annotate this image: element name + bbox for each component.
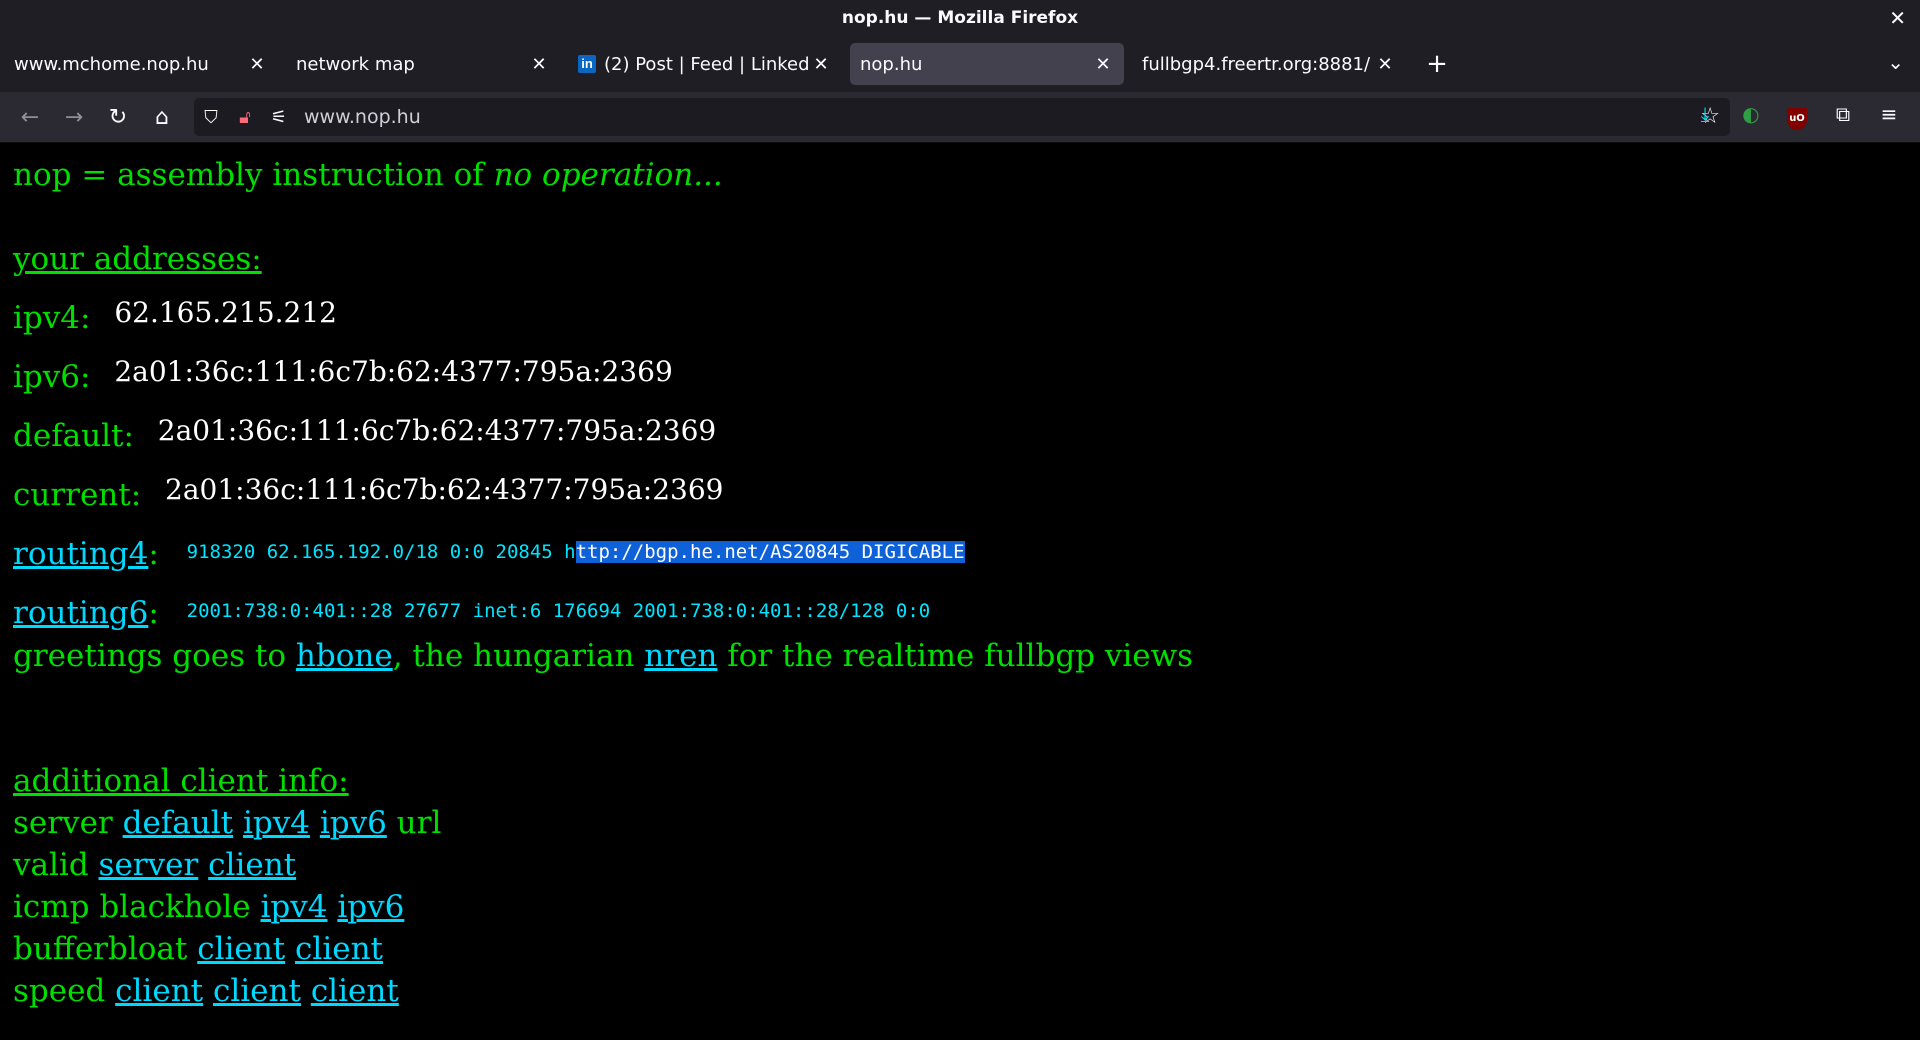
hamburger-menu-icon[interactable]: ≡ bbox=[1866, 102, 1912, 130]
current-label: current: bbox=[13, 477, 142, 513]
icmp-row: icmp blackhole ipv4 ipv6 bbox=[13, 889, 404, 925]
extensions-puzzle-icon[interactable]: ⧉ bbox=[1820, 102, 1866, 130]
greetings-text: for the realtime fullbgp views bbox=[717, 638, 1194, 674]
shield-icon[interactable]: ⛉ bbox=[194, 107, 228, 128]
tab-label: (2) Post | Feed | LinkedIn bbox=[604, 53, 810, 75]
ipv6-row: ipv6: 2a01:36c:111:6c7b:62:4377:795a:236… bbox=[13, 355, 673, 395]
tab-close-icon[interactable]: ✕ bbox=[246, 54, 268, 75]
tab-label: network map bbox=[296, 53, 415, 75]
server-row: server default ipv4 ipv6 url bbox=[13, 805, 441, 841]
routing6-value: 2001:738:0:401::28 27677 inet:6 176694 2… bbox=[186, 600, 931, 622]
bufferbloat-client-link-2[interactable]: client bbox=[295, 931, 383, 967]
routing4-value: 918320 62.165.192.0/18 0:0 20845 http://… bbox=[187, 541, 965, 563]
default-value: 2a01:36c:111:6c7b:62:4377:795a:2369 bbox=[157, 414, 717, 447]
valid-client-link[interactable]: client bbox=[208, 847, 296, 883]
greetings-text: , the hungarian bbox=[392, 638, 645, 674]
speed-client-link-1[interactable]: client bbox=[115, 973, 203, 1009]
routing4-text: 918320 62.165.192.0/18 0:0 20845 h bbox=[186, 541, 576, 563]
hbone-link[interactable]: hbone bbox=[296, 638, 393, 674]
speed-row: speed client client client bbox=[13, 973, 399, 1009]
server-ipv4-link[interactable]: ipv4 bbox=[243, 805, 310, 841]
current-value: 2a01:36c:111:6c7b:62:4377:795a:2369 bbox=[165, 473, 724, 506]
tab-close-icon[interactable]: ✕ bbox=[1092, 54, 1114, 75]
permissions-icon[interactable]: ⚟ bbox=[262, 107, 296, 128]
intro-line: nop = assembly instruction of no operati… bbox=[13, 157, 723, 193]
forward-arrow-icon[interactable]: → bbox=[52, 105, 96, 130]
icmp-ipv6-link[interactable]: ipv6 bbox=[337, 889, 404, 925]
bufferbloat-label: bufferbloat bbox=[13, 931, 198, 967]
tab-close-icon[interactable]: ✕ bbox=[1374, 54, 1396, 75]
tab-fullbgp4[interactable]: fullbgp4.freertr.org:8881/ ✕ bbox=[1132, 43, 1406, 85]
tab-network-map[interactable]: network map ✕ bbox=[286, 43, 560, 85]
ublock-origin-icon[interactable]: uO bbox=[1774, 102, 1820, 130]
icmp-label: icmp blackhole bbox=[13, 889, 261, 925]
tab-mchome[interactable]: www.mchome.nop.hu ✕ bbox=[4, 43, 278, 85]
bufferbloat-row: bufferbloat client client bbox=[13, 931, 383, 967]
default-row: default: 2a01:36c:111:6c7b:62:4377:795a:… bbox=[13, 414, 716, 454]
nren-link[interactable]: nren bbox=[644, 638, 717, 674]
greetings-text: greetings goes to bbox=[13, 638, 296, 674]
tab-label: fullbgp4.freertr.org:8881/ bbox=[1142, 53, 1371, 75]
window-title: nop.hu — Mozilla Firefox bbox=[841, 8, 1079, 28]
routing4-selected-text[interactable]: ttp://bgp.he.net/AS20845 DIGICABLE bbox=[575, 541, 965, 563]
default-label: default: bbox=[13, 418, 134, 454]
tab-nop-hu[interactable]: nop.hu ✕ bbox=[850, 43, 1124, 85]
valid-server-link[interactable]: server bbox=[99, 847, 199, 883]
speed-client-link-2[interactable]: client bbox=[213, 973, 301, 1009]
url-bar[interactable]: ⛉ 🔓︎ ⚟ www.nop.hu ☆ bbox=[194, 98, 1730, 136]
server-ipv6-link[interactable]: ipv6 bbox=[320, 805, 387, 841]
valid-label: valid bbox=[13, 847, 99, 883]
back-arrow-icon[interactable]: ← bbox=[8, 105, 52, 130]
server-default-link[interactable]: default bbox=[123, 805, 233, 841]
navigation-toolbar: ← → ↻ ⌂ ⛉ 🔓︎ ⚟ www.nop.hu ☆ ⤓ ◐ uO ⧉ ≡ bbox=[0, 92, 1920, 143]
server-label: server bbox=[13, 805, 123, 841]
intro-emphasis: no operation... bbox=[493, 157, 723, 193]
server-url-text: url bbox=[386, 805, 442, 841]
ipv6-value: 2a01:36c:111:6c7b:62:4377:795a:2369 bbox=[114, 355, 673, 388]
new-tab-plus-icon[interactable]: + bbox=[1422, 49, 1452, 79]
toolbar-right: ⤓ ◐ uO ⧉ ≡ bbox=[1682, 102, 1912, 130]
icmp-ipv4-link[interactable]: ipv4 bbox=[261, 889, 328, 925]
routing6-row: routing6: 2001:738:0:401::28 27677 inet:… bbox=[13, 595, 931, 631]
routing4-link[interactable]: routing4 bbox=[13, 536, 148, 572]
ipv4-label: ipv4: bbox=[13, 300, 91, 336]
tab-linkedin[interactable]: in (2) Post | Feed | LinkedIn ✕ bbox=[568, 43, 842, 85]
linkedin-icon: in bbox=[578, 55, 596, 73]
ipv6-label: ipv6: bbox=[13, 359, 91, 395]
speed-client-link-3[interactable]: client bbox=[311, 973, 399, 1009]
tab-close-icon[interactable]: ✕ bbox=[528, 54, 550, 75]
extension-green-icon[interactable]: ◐ bbox=[1728, 102, 1774, 130]
intro-text: nop = assembly instruction of bbox=[13, 157, 494, 193]
tab-close-icon[interactable]: ✕ bbox=[810, 54, 832, 75]
routing4-row: routing4: 918320 62.165.192.0/18 0:0 208… bbox=[13, 536, 965, 572]
reload-icon[interactable]: ↻ bbox=[96, 105, 140, 130]
bufferbloat-client-link-1[interactable]: client bbox=[197, 931, 285, 967]
window-close-icon[interactable]: ✕ bbox=[1889, 6, 1906, 30]
your-addresses-heading: your addresses: bbox=[13, 241, 262, 277]
routing6-link[interactable]: routing6 bbox=[13, 595, 148, 631]
download-icon[interactable]: ⤓ bbox=[1682, 102, 1728, 130]
ipv4-value: 62.165.215.212 bbox=[114, 296, 337, 329]
window-titlebar: nop.hu — Mozilla Firefox ✕ bbox=[0, 0, 1920, 36]
list-all-tabs-chevron-icon[interactable]: ⌄ bbox=[1887, 50, 1904, 74]
tab-label: nop.hu bbox=[860, 53, 923, 75]
current-row: current: 2a01:36c:111:6c7b:62:4377:795a:… bbox=[13, 473, 724, 513]
insecure-lock-icon[interactable]: 🔓︎ bbox=[228, 107, 262, 128]
tab-strip: www.mchome.nop.hu ✕ network map ✕ in (2)… bbox=[0, 36, 1920, 92]
ipv4-row: ipv4: 62.165.215.212 bbox=[13, 296, 337, 336]
additional-client-info-heading: additional client info: bbox=[13, 763, 349, 799]
greetings-line: greetings goes to hbone, the hungarian n… bbox=[13, 638, 1193, 674]
valid-row: valid server client bbox=[13, 847, 296, 883]
page-content: nop = assembly instruction of no operati… bbox=[0, 143, 1920, 1040]
url-text[interactable]: www.nop.hu bbox=[304, 106, 421, 128]
home-icon[interactable]: ⌂ bbox=[140, 105, 184, 130]
speed-label: speed bbox=[13, 973, 116, 1009]
tab-label: www.mchome.nop.hu bbox=[14, 53, 209, 75]
